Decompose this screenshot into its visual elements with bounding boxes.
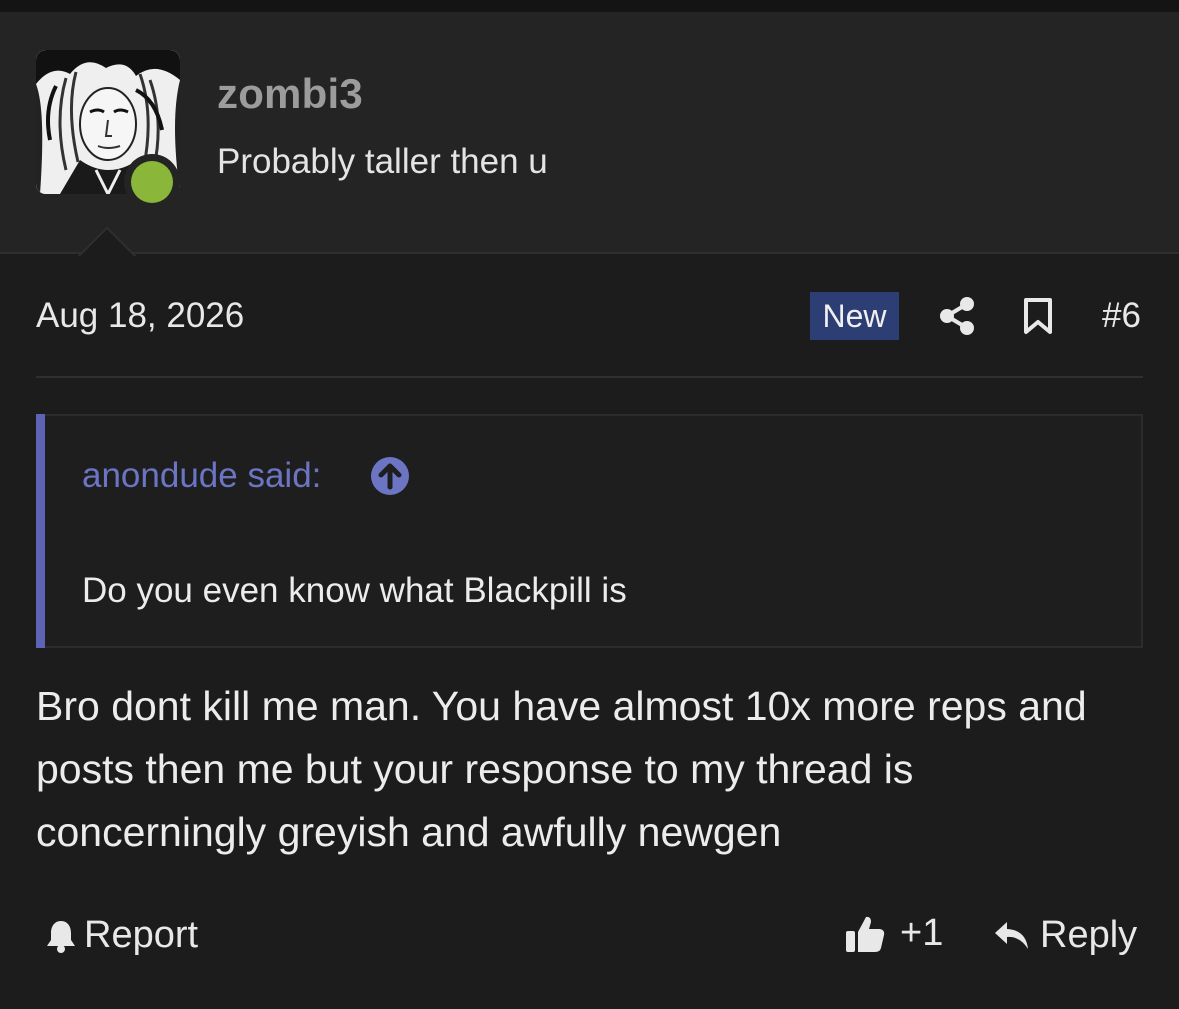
bookmark-icon[interactable]: [1022, 297, 1054, 335]
quote-block: [36, 414, 1143, 648]
post-body: Bro dont kill me man. You have almost 10…: [36, 683, 1087, 855]
reply-arrow-icon: [995, 921, 1028, 949]
top-strip: [0, 0, 1179, 12]
username-link[interactable]: zombi3: [217, 70, 363, 118]
like-count: +1: [900, 912, 944, 954]
divider: [36, 376, 1143, 378]
quote-accent-bar: [36, 414, 45, 648]
share-icon[interactable]: [938, 296, 976, 336]
header-pointer: [68, 222, 144, 256]
quote-author-link[interactable]: anondude said:: [82, 456, 321, 496]
user-title: Probably taller then u: [217, 142, 548, 181]
user-header: zombi3 Probably taller then u: [0, 12, 1179, 254]
post-date[interactable]: Aug 18, 2026: [36, 296, 244, 336]
online-dot: [131, 161, 173, 203]
online-status-indicator: [124, 154, 180, 210]
quote-text: Do you even know what Blackpill is: [82, 571, 627, 610]
post-number-link[interactable]: #6: [1102, 296, 1141, 336]
bell-icon: [47, 920, 75, 953]
like-button[interactable]: +1: [844, 912, 943, 955]
report-button[interactable]: Report: [44, 914, 198, 957]
arrow-up-circle-icon[interactable]: [370, 456, 410, 496]
reply-button[interactable]: Reply: [992, 914, 1137, 957]
new-badge: New: [810, 292, 899, 340]
thumbs-up-icon: [846, 916, 885, 952]
report-label: Report: [84, 914, 199, 956]
reply-label: Reply: [1040, 914, 1138, 956]
